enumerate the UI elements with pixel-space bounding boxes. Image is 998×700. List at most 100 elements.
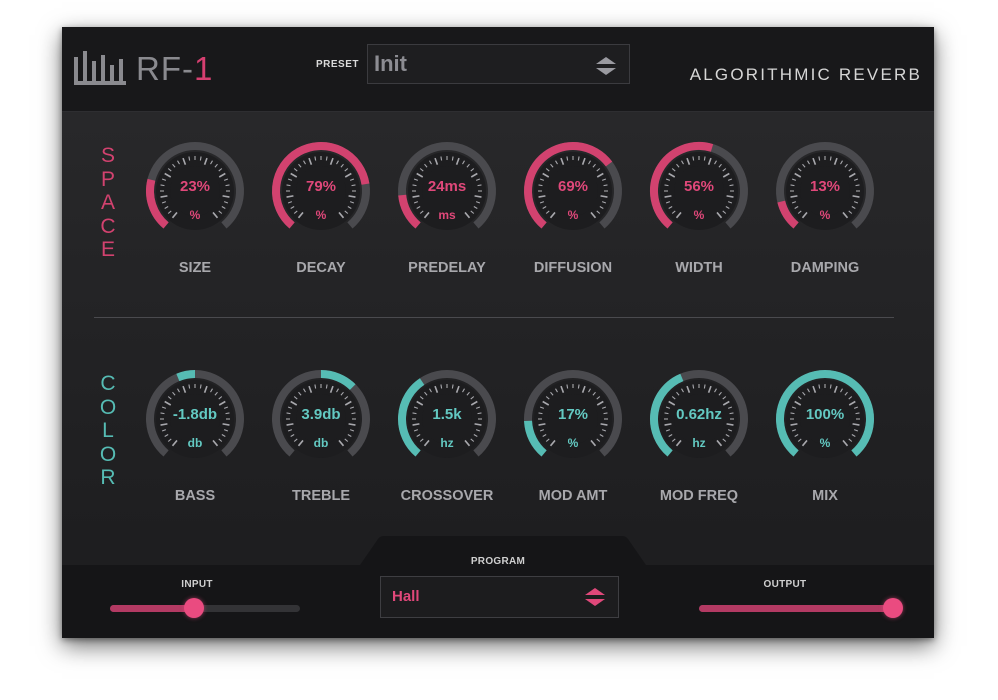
output-slider-fill [699, 605, 893, 612]
knob-tick [818, 384, 821, 389]
damping-label: DAMPING [790, 260, 860, 276]
knob-tick [818, 156, 821, 161]
knob-value-arc [176, 370, 196, 382]
bass-unit: db [187, 436, 203, 450]
input-slider[interactable] [110, 598, 300, 618]
width-label: WIDTH [675, 260, 723, 276]
knob-tick [566, 156, 569, 161]
treble-value: 3.9db [301, 406, 341, 423]
program-label: PROGRAM [470, 556, 526, 567]
knob-tick [188, 384, 191, 389]
output-slider-thumb[interactable] [883, 598, 903, 618]
knob-tick [325, 384, 328, 389]
bars-logo-icon [74, 51, 126, 85]
size-value: 23% [179, 178, 211, 195]
preset-label: PRESET [316, 59, 360, 70]
input-slider-thumb[interactable] [183, 598, 204, 618]
bass-label: BASS [174, 488, 216, 504]
knob-tick [188, 156, 191, 161]
knob-tick [577, 384, 580, 389]
preset-dropdown[interactable]: Init [367, 44, 630, 84]
knob-tick [577, 156, 580, 161]
knob-tick [703, 156, 706, 161]
knob-tick [692, 384, 695, 389]
space-section-title: SPACE [98, 144, 118, 262]
logo-name: RF- [136, 50, 194, 87]
section-title-letter: P [100, 167, 115, 191]
program-dropdown[interactable]: Hall [380, 576, 619, 618]
product-subtitle: ALGORITHMIC REVERB [689, 65, 922, 84]
treble-unit: db [313, 436, 329, 450]
mix-label: MIX [812, 488, 838, 504]
plugin-window: RF-1 PRESET Init ALGORITHMIC REVERB SPAC… [62, 27, 934, 638]
mod-freq-label: MOD FREQ [659, 488, 739, 504]
mod-freq-knob[interactable]: 0.62hz hz MOD FREQ [644, 369, 754, 529]
decay-knob[interactable]: 79%% DECAY [266, 141, 376, 301]
predelay-label: PREDELAY [408, 260, 486, 276]
decay-label: DECAY [296, 260, 346, 276]
section-title-letter: O [99, 395, 117, 419]
diffusion-label: DIFFUSION [533, 260, 613, 276]
section-title-letter: A [100, 191, 115, 214]
knob-tick [566, 384, 569, 389]
section-divider [94, 317, 894, 318]
crossover-knob[interactable]: 1.5k hz CROSSOVER [392, 369, 502, 529]
width-knob[interactable]: 56%% WIDTH [644, 141, 754, 301]
diffusion-unit: % [567, 208, 579, 222]
knob-tick [199, 384, 202, 389]
mod-amt-value: 17% [557, 406, 589, 423]
mix-value: 100% [805, 406, 845, 423]
section-title-letter: L [102, 419, 114, 442]
mix-unit: % [819, 436, 831, 450]
predelay-knob[interactable]: 24ms ms PREDELAY [392, 141, 502, 301]
damping-value: 13% [809, 178, 841, 195]
decay-value: 79% [305, 178, 337, 195]
damping-knob[interactable]: 13%% DAMPING [770, 141, 880, 301]
knob-tick [199, 156, 202, 161]
mod-amt-label: MOD AMT [538, 488, 608, 504]
treble-label: TREBLE [292, 488, 350, 504]
section-title-letter: C [100, 214, 116, 238]
up-down-arrows-icon[interactable] [584, 586, 606, 608]
header-bar: RF-1 PRESET Init ALGORITHMIC REVERB [62, 27, 934, 112]
size-unit: % [189, 208, 201, 222]
damping-unit: % [819, 208, 831, 222]
section-title-letter: S [100, 144, 115, 167]
knob-tick [829, 156, 832, 161]
bass-knob[interactable]: -1.8db db BASS [140, 369, 250, 529]
knob-tick [314, 384, 317, 389]
knob-tick [451, 384, 454, 389]
logo-accent: 1 [193, 50, 214, 87]
color-section-title: COLOR [98, 372, 118, 490]
knob-tick [440, 156, 443, 161]
program-value: Hall [392, 588, 420, 605]
bass-value: -1.8db [172, 406, 218, 423]
section-title-letter: E [100, 238, 115, 261]
diffusion-value: 69% [557, 178, 589, 195]
preset-value: Init [374, 51, 407, 76]
up-down-arrows-icon[interactable] [595, 55, 617, 77]
predelay-unit: ms [438, 208, 456, 222]
decay-unit: % [315, 208, 327, 222]
diffusion-knob[interactable]: 69%% DIFFUSION [518, 141, 628, 301]
input-label: INPUT [181, 579, 213, 590]
crossover-unit: hz [440, 436, 454, 450]
knob-tick [325, 156, 328, 161]
mod-freq-value: 0.62hz [676, 406, 722, 423]
knob-tick [451, 156, 454, 161]
section-title-letter: R [100, 466, 116, 489]
output-slider[interactable] [699, 598, 903, 618]
knob-tick [829, 384, 832, 389]
size-knob[interactable]: 23%% SIZE [140, 141, 250, 301]
mix-knob[interactable]: 100%% MIX [770, 369, 880, 529]
crossover-value: 1.5k [432, 406, 462, 423]
app-logo-text: RF-1 [136, 51, 213, 87]
crossover-label: CROSSOVER [400, 488, 494, 504]
mod-amt-unit: % [567, 436, 579, 450]
knob-tick [703, 384, 706, 389]
mod-amt-knob[interactable]: 17%% MOD AMT [518, 369, 628, 529]
size-label: SIZE [178, 260, 212, 276]
width-unit: % [693, 208, 705, 222]
section-title-letter: C [100, 372, 116, 395]
treble-knob[interactable]: 3.9db db TREBLE [266, 369, 376, 529]
